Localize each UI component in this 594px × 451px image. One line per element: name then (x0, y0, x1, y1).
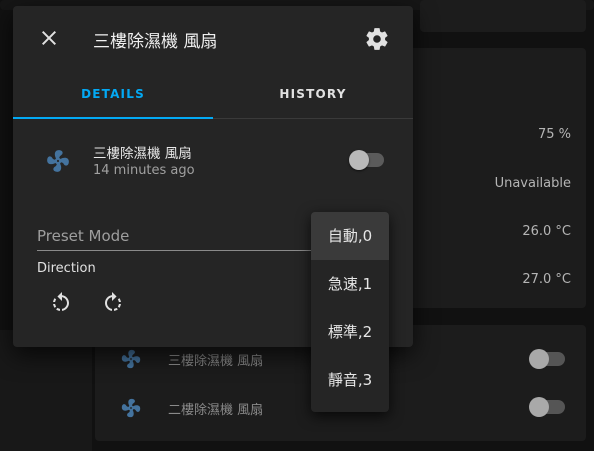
unavailable-value: Unavailable (494, 176, 571, 191)
fan-row-name: 二樓除濕機 風扇 (168, 402, 264, 418)
tab-history[interactable]: HISTORY (213, 76, 413, 118)
temperature-value-2: 27.0 °C (522, 272, 571, 287)
preset-mode-menu: 自動,0 急速,1 標準,2 靜音,3 (311, 212, 389, 412)
background-fan-row-2[interactable]: 二樓除濕機 風扇 (120, 397, 263, 419)
background-fan-row-1[interactable]: 三樓除濕機 風扇 (120, 348, 263, 370)
close-icon[interactable] (37, 26, 61, 50)
entity-name: 三樓除濕機 風扇 (93, 146, 192, 162)
rotate-left-icon[interactable] (49, 291, 73, 315)
entity-row: 三樓除濕機 風扇 14 minutes ago (45, 142, 385, 182)
preset-mode-select[interactable]: Preset Mode (37, 220, 322, 251)
background-fan-toggle-2[interactable] (529, 397, 565, 417)
fan-row-name: 三樓除濕機 風扇 (168, 353, 264, 369)
background-card-top (420, 0, 586, 32)
fan-icon (47, 150, 69, 172)
dialog-title: 三樓除濕機 風扇 (93, 32, 218, 52)
humidity-value: 75 % (537, 127, 571, 142)
dialog-header: 三樓除濕機 風扇 (13, 6, 413, 70)
rotate-right-icon[interactable] (101, 291, 125, 315)
preset-option-turbo[interactable]: 急速,1 (311, 260, 389, 308)
background-left-panel (0, 330, 92, 451)
entity-last-changed: 14 minutes ago (93, 163, 195, 178)
tab-details[interactable]: DETAILS (13, 76, 213, 119)
cog-icon[interactable] (364, 26, 390, 52)
background-fan-toggle-1[interactable] (529, 349, 565, 369)
preset-option-normal[interactable]: 標準,2 (311, 308, 389, 356)
preset-mode-label: Preset Mode (37, 227, 130, 245)
fan-power-toggle[interactable] (349, 150, 384, 170)
dialog-tabs: DETAILS HISTORY (13, 76, 413, 119)
preset-option-silent[interactable]: 靜音,3 (311, 356, 389, 404)
fan-icon (121, 398, 141, 418)
preset-option-auto[interactable]: 自動,0 (311, 212, 389, 260)
fan-icon (121, 349, 141, 369)
temperature-value-1: 26.0 °C (522, 224, 571, 239)
direction-label: Direction (37, 261, 96, 276)
